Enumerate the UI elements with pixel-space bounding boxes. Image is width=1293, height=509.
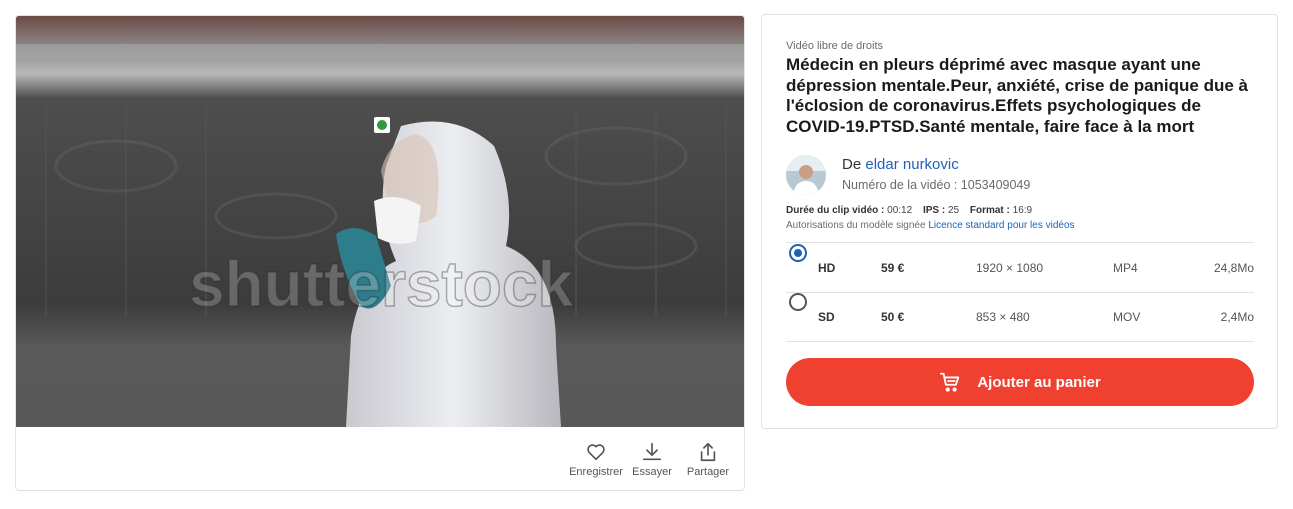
license-type-label: Vidéo libre de droits [786,40,884,52]
format-value: 16:9 [1012,205,1033,216]
option-row-sd[interactable]: SD 50 € 853 × 480 MOV 2,4Mo [786,293,1254,341]
option-price: 50 € [881,310,905,324]
divider [786,242,1254,243]
author-prefix: De [842,156,862,173]
heart-icon [587,444,605,461]
option-format: MOV [1113,310,1141,324]
media-card: shutterstock Enregistrer Essayer Partage… [15,15,745,491]
option-price: 59 € [881,261,905,275]
save-action-label: Enregistrer [569,466,623,478]
try-action-label: Essayer [632,466,672,478]
add-to-cart-label: Ajouter au panier [977,373,1101,391]
info-card: Vidéo libre de droits Médecin en pleurs … [761,14,1278,429]
add-to-cart-button[interactable]: Ajouter au panier [786,358,1254,406]
video-title: Médecin en pleurs déprimé avec masque ay… [786,55,1249,136]
avatar-image [786,155,826,195]
option-row-hd[interactable]: HD 59 € 1920 × 1080 MP4 24,8Mo [786,244,1254,292]
option-size: 2,4Mo [1220,310,1254,324]
divider [786,341,1254,342]
save-action[interactable]: Enregistrer [568,441,624,478]
fps-value: 25 [947,205,960,216]
option-quality: SD [818,310,835,324]
duration-value: 00:12 [887,205,913,216]
duration-label: Durée du clip vidéo : [786,205,885,216]
watermark: shutterstock [189,248,574,320]
license-link[interactable]: Licence standard pour les vidéos [928,220,1074,231]
share-action-label: Partager [686,466,730,478]
video-id: Numéro de la vidéo : 1053409049 [842,178,1031,192]
option-quality: HD [818,261,836,275]
video-preview-image: shutterstock [16,16,744,427]
option-resolution: 853 × 480 [976,310,1030,324]
radio-hd[interactable] [789,244,807,262]
try-action[interactable]: Essayer [624,441,680,478]
cart-icon [940,372,960,392]
format-label: Format : [969,205,1010,216]
media-actions: Enregistrer Essayer Partager [568,441,736,478]
share-icon [700,442,716,462]
author-line: De eldar nurkovic [842,156,959,173]
author-link[interactable]: eldar nurkovic [865,156,958,173]
model-release-text: Autorisations du modèle signée [786,220,926,231]
video-preview[interactable]: shutterstock [16,16,744,427]
clip-meta: Durée du clip vidéo : 00:12 IPS : 25 For… [786,205,1032,216]
option-format: MP4 [1113,261,1138,275]
author-avatar[interactable] [786,155,826,195]
download-icon [642,442,662,461]
option-resolution: 1920 × 1080 [976,261,1044,275]
radio-sd[interactable] [789,293,807,311]
fps-label: IPS : [922,205,946,216]
share-action[interactable]: Partager [680,441,736,478]
option-size: 24,8Mo [1213,261,1254,275]
license-line: Autorisations du modèle signée Licence s… [786,220,1075,231]
